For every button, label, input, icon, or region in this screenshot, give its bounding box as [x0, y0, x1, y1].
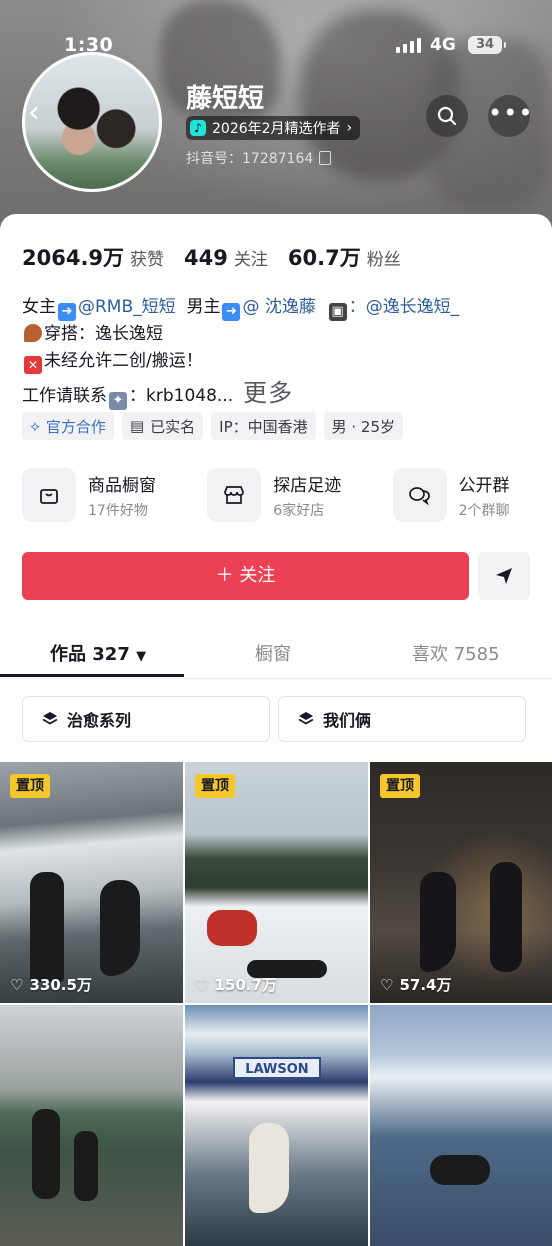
follow-button[interactable]: ＋ 关注	[22, 552, 469, 600]
gender-age-tag: 男 · 25岁	[323, 412, 404, 440]
douyin-id-text: 抖音号：17287164	[186, 151, 314, 167]
satellite-emoji-icon: ✦	[109, 392, 127, 410]
pinned-badge: 置顶	[10, 774, 50, 798]
creator-badge[interactable]: ♪ 2026年2月精选作者 ›	[186, 116, 361, 140]
profile-name: 藤短短	[186, 84, 265, 114]
official-partner-tag[interactable]: ⟡ 官方合作	[22, 412, 114, 440]
bio-line-3: ✕ 未经允许二创/搬运！	[22, 348, 542, 375]
likes-count[interactable]: 2064.9万	[22, 242, 124, 272]
likes-label: 获赞	[130, 250, 165, 270]
sweet-potato-emoji-icon	[24, 324, 42, 342]
signal-icon	[396, 38, 421, 53]
more-dots-icon: •••	[488, 99, 534, 127]
pinned-badge: 置顶	[195, 774, 235, 798]
video-likes: ♡ 57.4万	[380, 975, 452, 995]
bio-line-2: 穿搭：逸长逸短	[22, 321, 542, 348]
heart-icon: ♡	[380, 975, 394, 994]
bio-line-4: 工作请联系 ✦ ：krb1048... 更多	[22, 379, 294, 410]
douyin-id[interactable]: 抖音号：17287164	[186, 148, 332, 168]
bio-line-1: 女主 ➜ @RMB_短短 男主 ➜ @ 沈逸藤 ▣ ：@逸长逸短_	[22, 297, 460, 321]
tiktok-logo-icon: ♪	[190, 120, 206, 136]
ip-location-tag: IP：中国香港	[211, 412, 316, 440]
content-tabs: 作品 327 ▼ 橱窗 喜欢 7585	[0, 634, 552, 678]
video-thumbnail[interactable]	[370, 1005, 552, 1246]
copy-icon[interactable]	[319, 151, 332, 165]
video-thumbnail[interactable]: 置顶 ♡ 150.7万	[185, 762, 368, 1003]
camera-emoji-icon: ▣	[328, 303, 347, 321]
store-visits-entry[interactable]: 探店足迹 6家好店	[207, 468, 392, 522]
battery-icon: 34	[468, 36, 506, 54]
pinned-badge: 置顶	[380, 774, 420, 798]
video-grid: 置顶 ♡ 330.5万 置顶 ♡ 150.7万 置顶 ♡ 57.4万 LAWSON	[0, 762, 552, 1246]
profile-tags: ⟡ 官方合作 ▤ 已实名 IP：中国香港 男 · 25岁	[22, 412, 404, 440]
creator-badge-label: 2026年2月精选作者	[212, 121, 341, 137]
video-thumbnail[interactable]: 置顶 ♡ 57.4万	[370, 762, 552, 1003]
shop-window-entry[interactable]: 商品橱窗 17件好物	[22, 468, 207, 522]
more-button[interactable]: •••	[488, 95, 534, 137]
collection-chips: 治愈系列 我们俩	[22, 696, 526, 742]
following-label: 关注	[233, 250, 268, 270]
arrow-right-emoji-icon: ➜	[58, 303, 76, 321]
shopping-bag-icon	[22, 468, 76, 522]
back-icon[interactable]: ‹	[28, 98, 58, 128]
mention-link[interactable]: @ 沈逸藤	[242, 297, 315, 317]
lawson-sign: LAWSON	[233, 1057, 321, 1079]
heart-icon: ♡	[10, 975, 24, 994]
video-thumbnail[interactable]: 置顶 ♡ 330.5万	[0, 762, 183, 1003]
followers-count[interactable]: 60.7万	[288, 242, 361, 272]
mention-link[interactable]: @逸长逸短_	[366, 297, 460, 317]
video-thumbnail[interactable]	[0, 1005, 183, 1246]
stats-row: 2064.9万 获赞 449 关注 60.7万 粉丝	[22, 242, 421, 272]
bio[interactable]: 女主 ➜ @RMB_短短 男主 ➜ @ 沈逸藤 ▣ ：@逸长逸短_ 穿搭：逸长逸短 ✕ 未经…	[22, 294, 542, 411]
public-group-entry[interactable]: 公开群 2个群聊	[392, 468, 542, 522]
active-tab-indicator	[0, 674, 184, 677]
video-likes: ♡ 150.7万	[195, 975, 277, 995]
send-message-button[interactable]	[478, 552, 530, 600]
id-card-icon: ▤	[129, 417, 145, 435]
status-bar: 1:30 4G 34	[0, 0, 552, 56]
followers-label: 粉丝	[366, 250, 401, 270]
profile-card: 2064.9万 获赞 449 关注 60.7万 粉丝 女主 ➜ @RMB_短短 男主…	[0, 214, 552, 1246]
network-type: 4G	[430, 35, 456, 55]
tab-works[interactable]: 作品 327 ▼	[50, 640, 146, 666]
search-button[interactable]	[426, 95, 468, 137]
caret-down-icon: ▼	[136, 649, 147, 664]
video-thumbnail[interactable]: LAWSON	[185, 1005, 368, 1246]
services-row: 商品橱窗 17件好物 探店足迹 6家好店 公开群 2个群聊	[22, 468, 542, 522]
layers-icon	[42, 712, 58, 725]
heart-icon: ♡	[195, 975, 209, 994]
tab-likes[interactable]: 喜欢 7585	[412, 640, 500, 666]
chevron-right-icon: ›	[346, 120, 353, 136]
bio-more-link[interactable]: 更多	[243, 379, 293, 407]
mention-link[interactable]: @RMB_短短	[78, 297, 176, 317]
send-icon	[496, 568, 512, 584]
prohibited-emoji-icon: ✕	[24, 356, 42, 374]
handshake-icon: ⟡	[30, 417, 40, 435]
chat-bubbles-icon	[392, 468, 447, 522]
tabs-divider	[0, 678, 552, 679]
verified-tag: ▤ 已实名	[121, 412, 204, 440]
layers-icon	[298, 712, 314, 725]
store-icon	[207, 468, 262, 522]
tab-shop-window[interactable]: 橱窗	[255, 640, 291, 666]
arrow-right-emoji-icon: ➜	[222, 303, 241, 321]
collection-chip[interactable]: 我们俩	[278, 696, 526, 742]
collection-chip[interactable]: 治愈系列	[22, 696, 270, 742]
video-likes: ♡ 330.5万	[10, 975, 92, 995]
following-count[interactable]: 449	[184, 246, 228, 270]
search-icon	[437, 106, 457, 126]
